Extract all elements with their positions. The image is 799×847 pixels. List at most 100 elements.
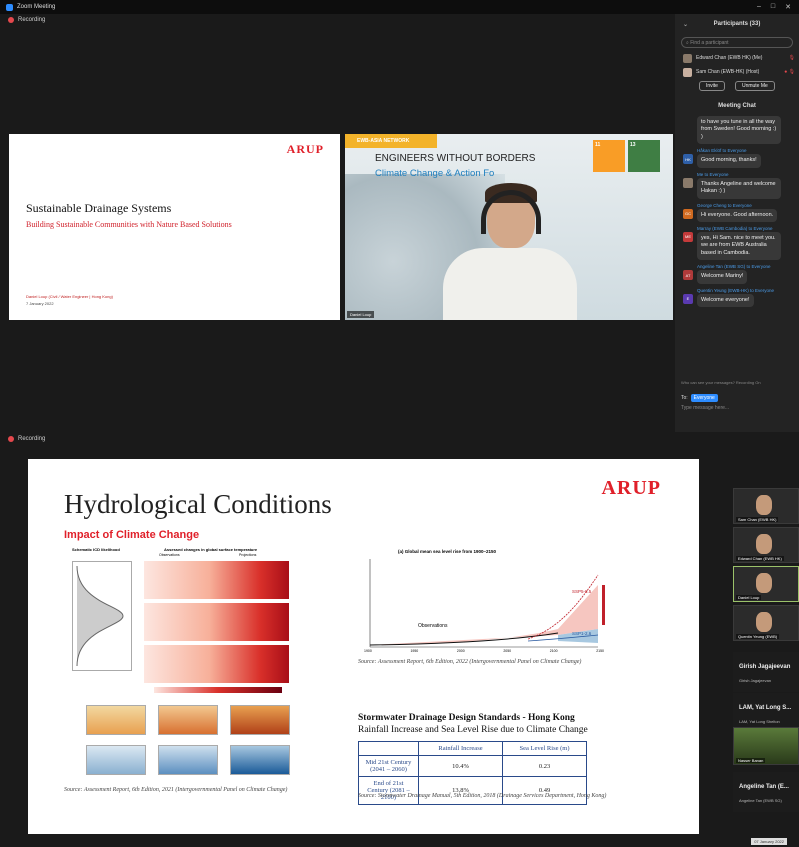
chat-list: Håkan Eklöf to Everyone HK Good morning, t… [675, 146, 799, 309]
chat-text: Thanks Angeline and welcome Hakan :) ) [697, 177, 781, 199]
heatmap-panel [144, 645, 289, 683]
chat-title: Meeting Chat [718, 103, 756, 109]
tile-label: Edward Chan (EWB HK) [736, 556, 784, 561]
table-header: Rainfall Increase [418, 741, 503, 756]
warming-map [230, 705, 290, 735]
ewb-banner: EWB-ASIA NETWORK [345, 134, 437, 148]
tile-sub: Girish Jagajeevan [739, 678, 772, 683]
chat-text: Hi everyone. Good afternoon. [697, 208, 778, 222]
tile-name: Angeline Tan (E... [739, 784, 789, 790]
participant-row[interactable]: Edward Chan (EWB HK) (Me) 🎙 [675, 51, 799, 65]
shared-slide-title: ARUP Sustainable Drainage Systems Buildi… [9, 134, 340, 320]
likelihood-bell [72, 561, 132, 671]
table-cell: 0.23 [502, 755, 587, 777]
video-tile[interactable]: Edward Chan (EWB HK) [733, 527, 799, 563]
chat-recipient: To: Everyone [681, 394, 718, 402]
tile-sub: LAM, Yat Long Shelton [739, 719, 780, 724]
sdg-num: 11 [595, 142, 601, 148]
slide-author: Daniel Loup (Civil / Water Engineer | Ho… [26, 294, 113, 299]
side-panel: ⌄ Participants (33) ⌕ Find a participant… [675, 14, 799, 445]
recipient-dropdown[interactable]: Everyone [690, 394, 718, 402]
avatar: ME [683, 231, 693, 242]
table-header: Sea Level Rise (m) [502, 741, 587, 756]
participant-search-input[interactable]: ⌕ Find a participant [681, 37, 793, 48]
chat-message: Marray (EWB Cambodia) to Everyone ME yes, … [675, 224, 799, 262]
warming-map [158, 705, 218, 735]
fig1-proj-label: Projections [239, 553, 257, 557]
name-tile[interactable]: Girish Jagajeevan Girish Jagajeevan [733, 652, 799, 692]
chat-sender: George Cheng to Everyone [697, 202, 752, 208]
unmute-button[interactable]: Unmute Me [734, 81, 775, 91]
recording-icon [8, 17, 14, 23]
mic-muted-icon: ● 🎙 [784, 69, 795, 75]
slide-date: 7 January 2022 [26, 301, 54, 306]
close-icon[interactable]: ✕ [785, 3, 791, 11]
x-tick-label: 1900 [364, 649, 372, 653]
search-placeholder: Find a participant [690, 39, 729, 46]
avatar [683, 53, 692, 63]
participant-row[interactable]: Sam Chan (EWB-HK) (Host) ● 🎙 [675, 65, 799, 79]
video-tile[interactable]: Nasser Banan [733, 727, 799, 765]
slide-subtitle: Building Sustainable Communities with Na… [26, 220, 232, 229]
ssp126-label: SSP1-2.6 [572, 631, 592, 636]
video-tile[interactable]: Daniel Loup [733, 566, 799, 602]
chat-visibility-note: Who can see your messages? Recording On [681, 380, 761, 385]
minimize-icon[interactable]: – [757, 3, 761, 11]
fig1-right-label: Assessed changes in global surface tempe… [164, 547, 258, 552]
avatar: GC [683, 208, 693, 219]
maximize-icon[interactable]: □ [771, 3, 775, 11]
fig1-obs-label: Observations [159, 553, 180, 557]
participants-header: ⌄ Participants (33) [675, 14, 799, 34]
chat-message: to have you tune in all the way from Swe… [675, 113, 799, 146]
participant-name: Sam Chan (EWB-HK) (Host) [696, 69, 760, 75]
name-tile[interactable]: Angeline Tan (E... Angeline Tan (EWB SG) [733, 772, 799, 812]
ewb-subheading: Climate Change & Action Fo [375, 168, 495, 179]
slide-subtitle: Impact of Climate Change [64, 529, 200, 541]
tile-name: Girish Jagajeevan [739, 664, 791, 670]
speaker-video[interactable]: EWB-ASIA NETWORK ENGINEERS WITHOUT BORDE… [345, 134, 673, 320]
source-note-2: Source: Assessment Report, 6th Edition, … [358, 659, 582, 665]
window-title: Zoom Meeting [17, 4, 56, 10]
video-tile[interactable]: Sam Chan (EWB HK) [733, 488, 799, 524]
table-cell: Mid 21st Century (2041 – 2060) [358, 755, 419, 777]
avatar [683, 177, 693, 188]
chat-sender: Quentin Yeung (EWB-HK) to Everyone [697, 287, 775, 293]
x-tick-label: 2100 [549, 649, 558, 653]
zoom-window-top: Zoom Meeting – □ ✕ Recording ARUP Sustai… [0, 0, 799, 445]
slide-title: Hydrological Conditions [64, 489, 332, 519]
slide-title: Sustainable Drainage Systems [26, 201, 172, 215]
arup-logo: ARUP [286, 142, 324, 156]
tile-label: Daniel Loup [736, 595, 762, 600]
mic-muted-icon: 🎙 [788, 55, 795, 61]
heatmap-panel [144, 561, 289, 599]
table-header [358, 741, 419, 756]
tile-sub: Angeline Tan (EWB SG) [739, 798, 782, 803]
recording-label: Recording [18, 17, 46, 23]
zoom-icon [6, 3, 13, 11]
avatar: HK [683, 154, 693, 165]
tile-label: Quentin Yeung (EWB) [736, 634, 780, 639]
avatar [683, 67, 692, 77]
tile-name: LAM, Yat Long S... [739, 705, 792, 711]
arup-logo: ARUP [601, 477, 661, 499]
chat-text: Welcome Mariny! [697, 270, 748, 284]
warming-map [86, 705, 146, 735]
shared-slide-hydrology: ARUP Hydrological Conditions Impact of C… [28, 459, 699, 834]
heatmap-panel [144, 603, 289, 641]
chat-message: Håkan Eklöf to Everyone HK Good morning, t… [675, 146, 799, 169]
chat-sender: Angeline Tan (EWB SG) to Everyone [697, 264, 771, 270]
table-title-text: Stormwater Drainage Design Standards - H… [358, 713, 575, 723]
x-tick-label: 2050 [503, 649, 512, 653]
chat-input[interactable]: Type message here... [681, 405, 729, 411]
chat-text: Good morning, thanks! [697, 154, 761, 168]
participant-name: Edward Chan (EWB HK) (Me) [696, 55, 763, 61]
sdg-num: 13 [630, 142, 636, 148]
chat-message: Angeline Tan (EWB SG) to Everyone AT Welco… [675, 262, 799, 285]
title-bar: Zoom Meeting – □ ✕ [0, 0, 799, 14]
invite-button[interactable]: Invite [699, 81, 725, 91]
x-axis-ticks: 1900 1950 2000 2050 2100 2150 [364, 649, 604, 653]
video-tile[interactable]: Quentin Yeung (EWB) [733, 605, 799, 641]
chevron-down-icon[interactable]: ⌄ [683, 21, 688, 28]
ewb-heading: ENGINEERS WITHOUT BORDERS [375, 153, 536, 164]
sdg-13-icon: 13 [628, 140, 660, 172]
